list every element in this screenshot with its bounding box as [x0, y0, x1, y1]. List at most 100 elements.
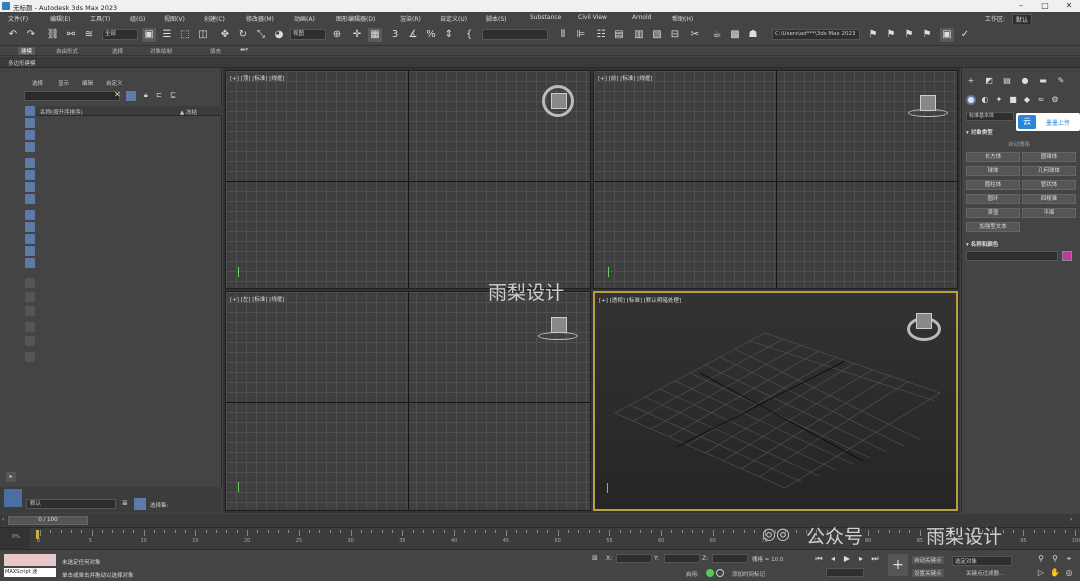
set-key-button[interactable]: 设置关键点	[912, 569, 944, 577]
display-geometry-icon[interactable]	[25, 118, 35, 128]
box-button[interactable]: 长方体	[966, 152, 1020, 162]
project-folder-icon[interactable]: ⚑	[866, 28, 880, 42]
x-coord-field[interactable]	[616, 554, 652, 563]
viewcube-icon[interactable]	[920, 95, 936, 111]
current-frame-field[interactable]	[826, 568, 864, 577]
lights-icon[interactable]: ✦	[994, 95, 1004, 105]
rollout-object-type[interactable]: ▾ 对象类型	[966, 128, 993, 136]
fov-icon[interactable]: ▷	[1036, 568, 1046, 578]
schematic-view-icon[interactable]: ⊟	[668, 28, 682, 42]
bind-space-warp-icon[interactable]: ≋	[82, 28, 96, 42]
percent-snap-icon[interactable]: %	[424, 28, 438, 42]
go-to-start-icon[interactable]: ⏮	[814, 554, 824, 564]
rect-selection-icon[interactable]: ⬚	[178, 28, 192, 42]
y-coord-field[interactable]	[664, 554, 700, 563]
undo-icon[interactable]: ↶	[6, 28, 20, 42]
display-bones-icon[interactable]	[25, 222, 35, 232]
auto-grid-checkbox[interactable]: 自动栅格	[1008, 140, 1030, 148]
set-key-big-icon[interactable]: +	[888, 554, 908, 576]
hierarchy-icon[interactable]: ⊏	[156, 91, 162, 99]
display-hidden-icon[interactable]	[25, 258, 35, 268]
zoom-extents-icon[interactable]: ⌖	[1064, 554, 1074, 564]
ribbon-tab-object-paint[interactable]: 对象绘制	[150, 47, 172, 55]
curve-editor-icon[interactable]: ▧	[650, 28, 664, 42]
motion-tab-icon[interactable]: ●	[1020, 76, 1030, 86]
display-cameras-icon[interactable]	[25, 158, 35, 168]
keyboard-shortcut-icon[interactable]: ▦	[368, 28, 382, 42]
scene-tab-select[interactable]: 选择	[32, 79, 43, 87]
object-name-input[interactable]	[966, 251, 1058, 261]
scene-explorer-toggle-icon[interactable]: ☷	[594, 28, 608, 42]
viewcube-icon[interactable]	[551, 93, 567, 109]
go-to-end-icon[interactable]: ⏭	[870, 554, 880, 564]
filter-icon[interactable]	[126, 91, 136, 101]
named-selection-dropdown[interactable]	[482, 29, 548, 40]
display-groups-icon[interactable]	[25, 194, 35, 204]
viewcube-ring[interactable]	[538, 332, 578, 340]
menu-customize[interactable]: 自定义(U)	[440, 14, 467, 23]
select-manipulate-icon[interactable]: ✛	[350, 28, 364, 42]
menu-substance[interactable]: Substance	[530, 14, 561, 21]
check-icon[interactable]: ✓	[958, 28, 972, 42]
time-slider-knob[interactable]: 0 / 100	[8, 516, 88, 525]
menu-group[interactable]: 组(G)	[130, 14, 145, 23]
viewport-front[interactable]: [+] [前] [标准] [线框]	[593, 70, 958, 289]
edit-named-sets-icon[interactable]: {	[462, 28, 476, 42]
torus-button[interactable]: 圆环	[966, 194, 1020, 204]
display-xrefs-icon[interactable]	[25, 210, 35, 220]
ribbon-tab-populate[interactable]: 填充	[210, 47, 221, 55]
column-name[interactable]: 名称(按升序排序)	[40, 108, 83, 116]
pan-icon[interactable]: ✋	[1050, 568, 1060, 578]
hierarchy-tab-icon[interactable]: ▤	[1002, 76, 1012, 86]
plane-button[interactable]: 平面	[1022, 208, 1076, 218]
orbit-icon[interactable]: ◎	[1064, 568, 1074, 578]
menu-scripting[interactable]: 脚本(S)	[486, 14, 507, 23]
time-prev-icon[interactable]: ‹	[2, 516, 4, 523]
z-coord-field[interactable]	[712, 554, 748, 563]
project-create-icon[interactable]: ⚑	[902, 28, 916, 42]
menu-animation[interactable]: 动画(A)	[294, 14, 315, 23]
time-slider[interactable]: 0 / 100 ‹ ›	[0, 514, 1080, 527]
move-icon[interactable]: ✥	[218, 28, 232, 42]
spacewarps-icon[interactable]: ≈	[1036, 95, 1046, 105]
window-crossing-icon[interactable]: ◫	[196, 28, 210, 42]
ribbon-tab-modeling[interactable]: 建模	[18, 47, 36, 55]
menu-modifiers[interactable]: 修改器(M)	[246, 14, 274, 23]
select-invert-icon[interactable]	[25, 306, 35, 316]
viewcube-icon[interactable]	[551, 317, 567, 333]
snaps-toggle-icon[interactable]: 3	[388, 28, 402, 42]
maxscript-listener-box[interactable]	[4, 554, 56, 566]
angle-snap-icon[interactable]: ∡	[406, 28, 420, 42]
link-icon[interactable]: ⛓	[46, 28, 60, 42]
category-dropdown[interactable]: 标准基本体	[966, 112, 1014, 121]
layer-icon[interactable]	[25, 352, 35, 362]
render-production-icon[interactable]: ☗	[746, 28, 760, 42]
next-frame-icon[interactable]: ▸	[856, 554, 866, 564]
ribbon-subtitle[interactable]: 多边形建模	[8, 59, 36, 67]
expand-arrow-icon[interactable]: ▸	[6, 472, 16, 482]
viewport-top[interactable]: [+] [顶] [标准] [线框]	[225, 70, 591, 289]
add-time-tag[interactable]: 添加时间标记	[732, 570, 765, 578]
menu-create[interactable]: 创建(C)	[204, 14, 225, 23]
redo-icon[interactable]: ↷	[24, 28, 38, 42]
menu-rendering[interactable]: 渲染(R)	[400, 14, 421, 23]
select-object-icon[interactable]: ▣	[142, 28, 156, 42]
isolate-toggle-icon[interactable]	[716, 569, 724, 577]
unlink-icon[interactable]: ⚯	[64, 28, 78, 42]
spinner-snap-icon[interactable]: ⇕	[442, 28, 456, 42]
material-editor-icon[interactable]: ✂	[688, 28, 702, 42]
place-icon[interactable]: ◕	[272, 28, 286, 42]
display-helpers-icon[interactable]	[25, 170, 35, 180]
selected-object-dropdown[interactable]: 选定对象	[952, 556, 1012, 566]
cylinder-button[interactable]: 圆柱体	[966, 180, 1020, 190]
display-spacewarps-icon[interactable]	[25, 182, 35, 192]
viewport-label[interactable]: [+] [左] [标准] [线框]	[230, 295, 285, 303]
project-open-icon[interactable]: ⚑	[884, 28, 898, 42]
align-icon[interactable]: ⊫	[574, 28, 588, 42]
pyramid-button[interactable]: 四棱锥	[1022, 194, 1076, 204]
project-path-field[interactable]: C:\Users\ad***\3ds Max 2023	[772, 29, 860, 40]
transform-mode-icon[interactable]: ⊠	[592, 554, 598, 562]
key-filters-button[interactable]: 关键点过滤器...	[966, 569, 1004, 577]
scene-tab-customize[interactable]: 自定义	[106, 79, 123, 87]
rollout-name-color[interactable]: ▾ 名称和颜色	[966, 240, 998, 248]
